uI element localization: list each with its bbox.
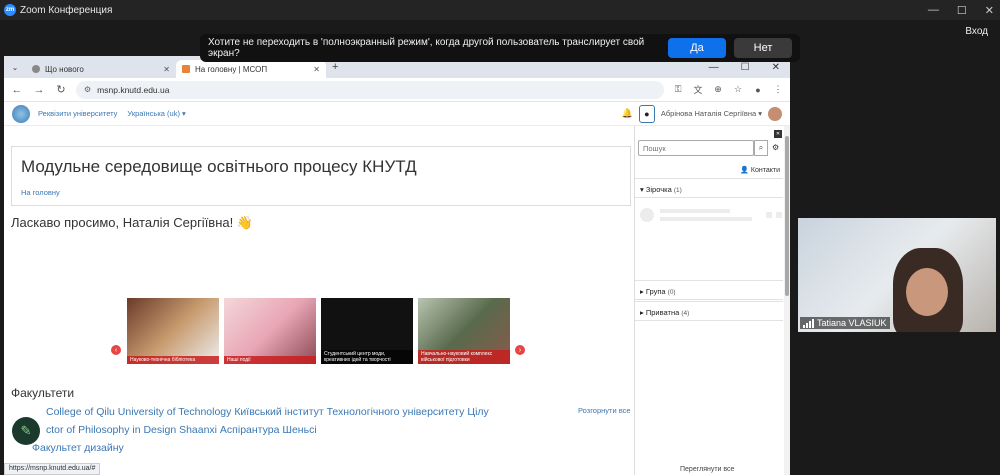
- participant-video[interactable]: Tatiana VLASIUK: [798, 218, 996, 332]
- view-all-link[interactable]: Переглянути все: [680, 466, 734, 473]
- slide-caption: Студентський центр моди, креативних ідей…: [321, 350, 413, 364]
- back-icon[interactable]: ←: [10, 84, 24, 96]
- search-input[interactable]: [638, 140, 754, 156]
- page-content: Модульне середовище освітнього процесу К…: [4, 126, 632, 475]
- browser-maximize-button[interactable]: ☐: [741, 62, 750, 73]
- fullscreen-prompt: Хотите не переходить в 'полноэкранный ре…: [200, 34, 800, 62]
- profile-icon[interactable]: ●: [752, 85, 764, 95]
- page-scrollbar[interactable]: [784, 126, 790, 475]
- avatar[interactable]: [768, 106, 782, 121]
- star-icon[interactable]: ☆: [732, 84, 744, 95]
- status-url: https://msnp.knutd.edu.ua/#: [4, 463, 101, 475]
- yes-button[interactable]: Да: [668, 38, 726, 58]
- signal-icon: [803, 318, 814, 328]
- carousel-slide[interactable]: Науково-технічна бібліотека: [127, 298, 219, 364]
- carousel-slide[interactable]: Навчально-науковий комплекс військової п…: [418, 298, 510, 364]
- contacts-link[interactable]: 👤 Контакти: [740, 166, 780, 174]
- menu-icon[interactable]: ⋮: [772, 84, 784, 95]
- slide-caption: Науково-технічна бібліотека: [127, 356, 219, 364]
- forward-icon[interactable]: →: [32, 84, 46, 96]
- browser-toolbar: ← → ↻ ⚙ msnp.knutd.edu.ua ⚿ 文 ⊕ ☆ ● ⋮: [4, 78, 790, 102]
- private-section-toggle[interactable]: ▸ Приватна (4): [635, 301, 783, 321]
- site-info-icon[interactable]: ⚙: [84, 85, 91, 94]
- browser-tab-whats-new[interactable]: Що нового ✕: [26, 60, 176, 78]
- reload-icon[interactable]: ↻: [54, 83, 68, 96]
- slide-caption: Наші події: [224, 356, 316, 364]
- close-icon[interactable]: ✕: [774, 130, 782, 138]
- new-tab-button[interactable]: +: [326, 61, 344, 73]
- close-button[interactable]: ✕: [985, 4, 994, 17]
- browser-tab-home[interactable]: На головну | МСОП ✕: [176, 60, 326, 78]
- zoom-icon[interactable]: ⊕: [712, 84, 724, 95]
- section-label: ▸ Приватна: [640, 308, 680, 317]
- group-section-toggle[interactable]: ▸ Група (0): [635, 280, 783, 300]
- moodle-navbar: Реквізити університету Українська (uk) ▾…: [4, 102, 790, 126]
- image-carousel: ‹ Науково-технічна бібліотека Наші події…: [109, 298, 529, 368]
- carousel-prev-icon[interactable]: ‹: [111, 345, 121, 355]
- starred-section-toggle[interactable]: ▾ Зірочка (1): [635, 178, 783, 198]
- tab-label: Що нового: [45, 64, 84, 74]
- gear-icon[interactable]: ⚙: [772, 143, 779, 152]
- section-count: (4): [681, 310, 690, 317]
- exit-fullscreen-button[interactable]: Вход: [965, 26, 988, 37]
- scroll-thumb[interactable]: [785, 136, 789, 296]
- section-count: (1): [673, 187, 682, 194]
- conversation-placeholder: [638, 206, 782, 226]
- language-menu[interactable]: Українська (uk) ▾: [127, 109, 185, 118]
- university-logo[interactable]: [12, 104, 30, 123]
- course-category-link[interactable]: Факультет дизайну: [32, 442, 124, 454]
- expand-all-link[interactable]: Розгорнути все: [578, 406, 631, 415]
- welcome-message: Ласкаво просимо, Наталія Сергіївна! 👋: [11, 215, 254, 230]
- carousel-next-icon[interactable]: ›: [515, 345, 525, 355]
- breadcrumb[interactable]: На головну: [21, 188, 60, 197]
- page-title: Модульне середовище освітнього процесу К…: [21, 157, 417, 176]
- section-label: ▾ Зірочка: [640, 185, 672, 194]
- search-icon[interactable]: ⌕: [754, 140, 768, 156]
- section-count: (0): [667, 289, 676, 296]
- contacts-label: Контакти: [750, 167, 780, 174]
- browser-close-button[interactable]: ✕: [772, 62, 780, 73]
- translate-icon[interactable]: 文: [692, 83, 704, 96]
- minimize-button[interactable]: —: [928, 4, 939, 16]
- tab-search-icon[interactable]: ⌄: [8, 63, 22, 72]
- user-menu[interactable]: Абрінова Наталія Сергіївна ▾: [661, 109, 762, 118]
- prompt-text: Хотите не переходить в 'полноэкранный ре…: [208, 37, 645, 59]
- messaging-drawer: ✕ ⌕ ⚙ 👤 Контакти ▾ Зірочка (1) ▸ Група (…: [634, 126, 784, 475]
- close-tab-icon[interactable]: ✕: [313, 65, 320, 74]
- chat-bubble-icon[interactable]: ●: [638, 104, 655, 123]
- slide-caption: Навчально-науковий комплекс військової п…: [418, 350, 510, 364]
- course-category-link[interactable]: College of Qilu University of Technology…: [46, 406, 489, 418]
- university-details-link[interactable]: Реквізити університету: [38, 109, 117, 118]
- participant-name: Tatiana VLASIUK: [817, 318, 887, 328]
- page-header: Модульне середовище освітнього процесу К…: [11, 146, 631, 206]
- shared-screen: ⌄ Що нового ✕ На головну | МСОП ✕ + — ☐ …: [4, 56, 790, 475]
- address-bar[interactable]: ⚙ msnp.knutd.edu.ua: [76, 80, 664, 99]
- bell-icon[interactable]: 🔔: [622, 108, 633, 119]
- tab-label: На головну | МСОП: [195, 64, 268, 74]
- close-tab-icon[interactable]: ✕: [163, 65, 170, 74]
- no-button[interactable]: Нет: [734, 38, 792, 58]
- moodle-favicon-icon: [182, 65, 190, 73]
- browser-minimize-button[interactable]: —: [709, 62, 719, 73]
- key-icon[interactable]: ⚿: [672, 84, 684, 95]
- zoom-logo-icon: zm: [4, 4, 16, 16]
- zoom-titlebar: zm Zoom Конференция — ☐ ✕: [0, 0, 1000, 20]
- zoom-window-title: Zoom Конференция: [20, 4, 113, 16]
- course-category-link[interactable]: ctor of Philosophy in Design Shaanxi Асп…: [46, 424, 317, 436]
- globe-icon: [32, 65, 40, 73]
- maximize-button[interactable]: ☐: [957, 4, 967, 17]
- edit-pencil-icon[interactable]: ✎: [12, 417, 40, 445]
- url-text: msnp.knutd.edu.ua: [97, 84, 170, 95]
- participant-name-label: Tatiana VLASIUK: [800, 317, 890, 329]
- carousel-slide[interactable]: Наші події: [224, 298, 316, 364]
- faculties-heading: Факультети: [11, 386, 75, 400]
- carousel-slide[interactable]: Студентський центр моди, креативних ідей…: [321, 298, 413, 364]
- section-label: ▸ Група: [640, 287, 666, 296]
